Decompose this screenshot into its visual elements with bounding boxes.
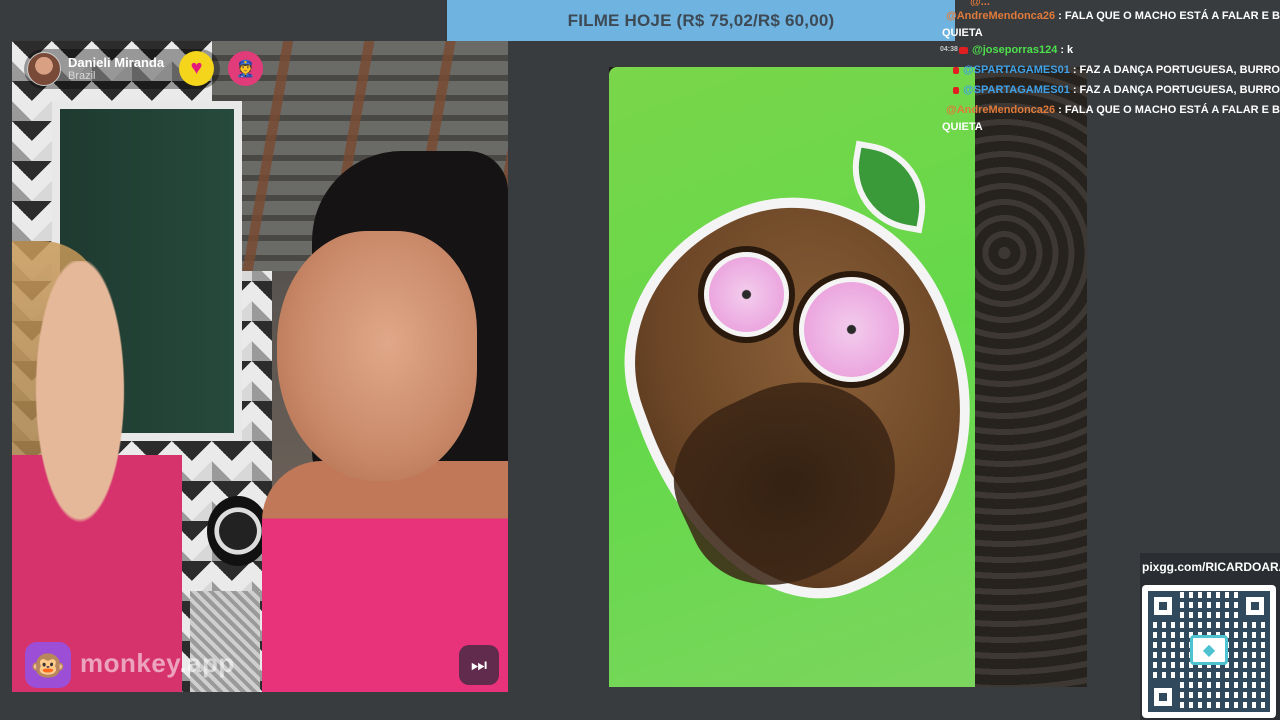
chat-time: 04:38 [940,46,958,53]
chat-message: @SPARTAGAMES01 : FAZ A DANÇA PORTUGUESA,… [940,60,1280,80]
chat-message: 04:38 @joseporras124 : k [940,40,1280,60]
user-text: Danieli Miranda Brazil [68,55,164,83]
youtube-icon [953,87,959,94]
chat-text: : FAZ A DANÇA PORTUGUESA, BURRO [1072,64,1280,76]
youtube-icon [959,47,968,54]
chat-text: : FALA QUE O MACHO ESTÁ A FALAR E BOTA [1058,104,1280,116]
user-name: Danieli Miranda [68,55,165,70]
right-person-face [277,231,477,481]
left-person [12,261,182,692]
qr-finder [1240,591,1270,621]
chat-text: : k [1060,44,1074,56]
chat-text: : FALA QUE O MACHO ESTÁ A FALAR E BOTA [1058,10,1280,22]
chat-username: @joseporras124 [972,44,1058,56]
chat-message: @AndreMendonca26 : FALA QUE O MACHO ESTÁ… [940,100,1280,120]
heart-icon[interactable]: ♥ [179,51,214,86]
police-icon[interactable]: 👮 [228,51,263,86]
stream-overlay: FILME HOJE (R$ 75,02/R$ 60,00) Danieli M… [0,0,1280,720]
chat-message: @SPARTAGAMES01 : FAZ A DANÇA PORTUGUESA,… [940,80,1280,100]
chat-username: @AndreMendonca26 [946,104,1056,116]
pix-icon: ◆ [1190,635,1228,665]
motorcycle-helmet [207,496,269,566]
chat-message: @AndreMendonca26 : FALA QUE O MACHO ESTÁ… [940,6,1280,26]
chat-text: : FAZ A DANÇA PORTUGUESA, BURRO [1072,84,1280,96]
right-video-feed [609,67,1087,687]
fast-forward-icon[interactable]: ⏭ [459,645,499,685]
live-chat: @... @AndreMendonca26 : FALA QUE O MACHO… [940,0,1280,150]
donation-url[interactable]: pixgg.com/RICARDOARAUJO [1142,560,1280,574]
chat-continuation: QUIETA [942,27,983,39]
bean-left-eye [704,252,789,337]
goal-banner: FILME HOJE (R$ 75,02/R$ 60,00) [447,0,955,41]
app-watermark: monkey.app [80,648,235,678]
phone-screen [609,67,1028,687]
qr-finder [1148,682,1178,712]
left-video-feed [12,41,508,692]
youtube-icon [953,67,959,74]
qr-pattern: ◆ [1148,591,1270,712]
chat-username: @AndreMendonca26 [946,10,1056,22]
qr-code[interactable]: ◆ [1142,585,1276,718]
bean-right-eye [799,277,904,382]
monkey-icon: 🐵 [25,642,71,688]
user-country: Brazil [68,70,96,82]
chat-username: @SPARTAGAMES01 [962,64,1070,76]
chat-username: @SPARTAGAMES01 [962,84,1070,96]
qr-finder [1148,591,1178,621]
avatar[interactable] [27,52,61,86]
curtain [969,67,1087,687]
chat-continuation: QUIETA [942,121,983,133]
